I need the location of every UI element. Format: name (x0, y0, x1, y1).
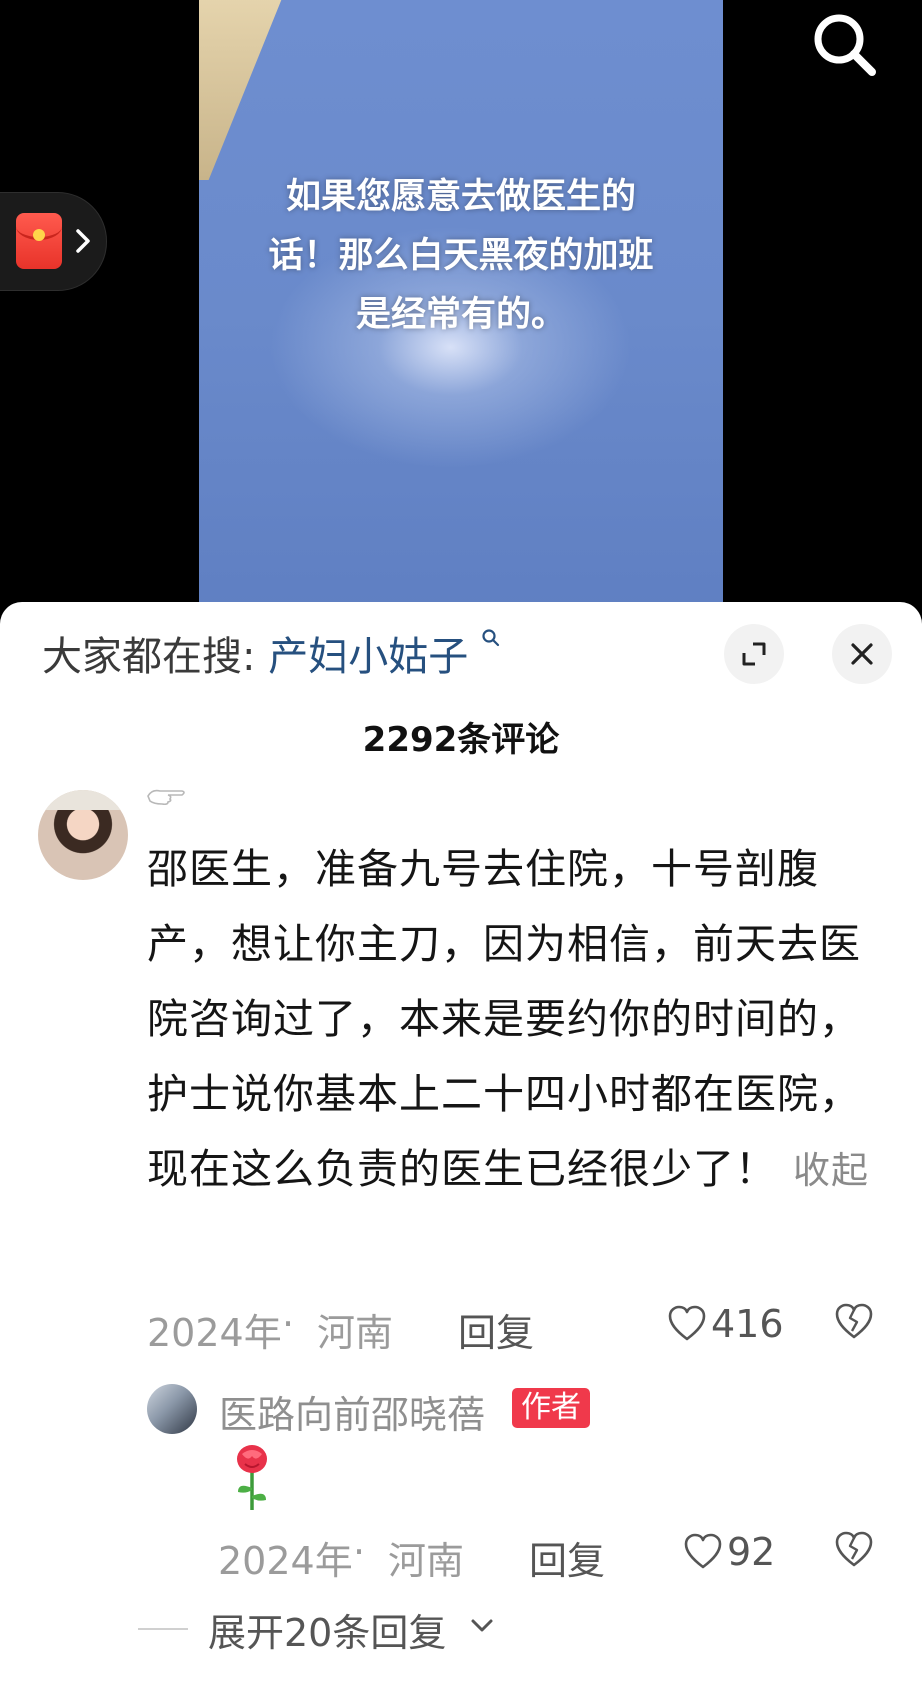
comment-body: 邵医生，准备九号去住院，十号剖腹产，想让你主刀，因为相信，前天去医院咨询过了，本… (147, 845, 861, 1193)
reply-region: 河南 (388, 1539, 465, 1583)
comment-meta: 2024年 · 河南 回复 416 (147, 1302, 887, 1355)
author-name[interactable]: 医路向前邵晓蓓 (219, 1384, 485, 1439)
video-caption-line: 话！那么白天黑夜的加班 (268, 236, 654, 276)
comment-date: 2024年 (147, 1311, 282, 1355)
broken-heart-icon (835, 1303, 873, 1339)
dislike-button[interactable] (835, 1530, 873, 1574)
red-packet-icon (16, 213, 62, 269)
reply-meta: 2024年 · 河南 回复 92 (218, 1530, 888, 1583)
video-caption: 如果您愿意去做医生的 话！那么白天黑夜的加班 是经常有的。 (199, 168, 723, 345)
comment-region: 河南 (317, 1311, 394, 1355)
search-small-icon (482, 629, 500, 647)
video-frame[interactable]: 如果您愿意去做医生的 话！那么白天黑夜的加班 是经常有的。 (199, 0, 723, 620)
search-icon[interactable] (808, 8, 882, 82)
like-button[interactable]: 416 (667, 1302, 784, 1346)
avatar[interactable] (38, 790, 128, 880)
author-badge: 作者 (512, 1388, 590, 1428)
divider (138, 1628, 188, 1630)
expand-replies-label: 展开20条回复 (208, 1611, 447, 1655)
video-caption-line: 如果您愿意去做医生的 (285, 177, 636, 217)
reply-button[interactable]: 回复 (529, 1530, 605, 1585)
pointing-hand-emoji (147, 789, 185, 806)
comments-count: 2292条评论 (362, 720, 560, 760)
reply-date: 2024年 (218, 1539, 353, 1583)
rose-emoji (237, 1445, 267, 1510)
like-count: 416 (711, 1302, 784, 1346)
author-avatar[interactable] (147, 1384, 197, 1434)
chevron-right-icon (76, 229, 90, 253)
broken-heart-icon (835, 1531, 873, 1567)
comment-text: 邵医生，准备九号去住院，十号剖腹产，想让你主刀，因为相信，前天去医院咨询过了，本… (147, 832, 882, 1208)
video-player[interactable]: 如果您愿意去做医生的 话！那么白天黑夜的加班 是经常有的。 (0, 0, 922, 620)
like-button[interactable]: 92 (683, 1530, 775, 1574)
heart-outline-icon (668, 1305, 706, 1341)
red-packet-entry[interactable] (0, 192, 107, 291)
expand-button[interactable] (724, 624, 784, 684)
video-scene-detail (199, 0, 290, 180)
dislike-button[interactable] (835, 1302, 873, 1346)
chevron-down-icon (471, 1619, 493, 1632)
trending-search-prefix: 大家都在搜: (42, 634, 256, 680)
expand-icon (742, 642, 766, 666)
video-caption-line: 是经常有的。 (355, 295, 566, 335)
comments-sheet: 大家都在搜: 产妇小姑子 2292条评论 邵医生，准备九号去住院，十号剖腹产，想… (0, 602, 922, 1685)
trending-search-keyword[interactable]: 产妇小姑子 (268, 634, 468, 680)
heart-outline-icon (684, 1533, 722, 1569)
collapse-link[interactable]: 收起 (793, 1149, 869, 1192)
trending-search[interactable]: 大家都在搜: 产妇小姑子 (42, 624, 501, 682)
like-count: 92 (727, 1530, 776, 1574)
close-icon (851, 643, 873, 665)
close-button[interactable] (832, 624, 892, 684)
meta-separator: · (282, 1302, 295, 1346)
reply-button[interactable]: 回复 (458, 1302, 534, 1357)
meta-separator: · (353, 1530, 366, 1574)
